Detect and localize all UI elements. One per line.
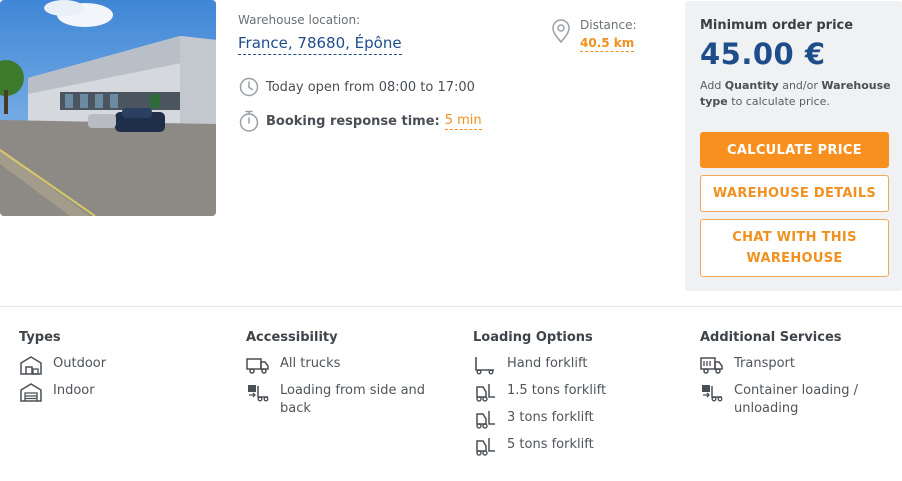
loading-item-label: 5 tons forklift bbox=[507, 437, 594, 452]
loading-item: Hand forklift bbox=[473, 355, 673, 375]
note-suffix: to calculate price. bbox=[727, 95, 830, 108]
loading-item-label: 3 tons forklift bbox=[507, 410, 594, 425]
booking-label: Booking response time: bbox=[266, 113, 440, 129]
chat-button[interactable]: CHAT WITH THIS WAREHOUSE bbox=[700, 219, 889, 277]
side-loading-icon bbox=[246, 382, 270, 402]
note-quantity: Quantity bbox=[724, 79, 779, 92]
clock-icon bbox=[238, 76, 260, 98]
loading-item: 3 tons forklift bbox=[473, 409, 673, 429]
booking-value[interactable]: 5 min bbox=[444, 113, 482, 130]
truck-icon bbox=[246, 355, 270, 375]
loading-item-label: 1.5 tons forklift bbox=[507, 383, 607, 398]
services-title: Additional Services bbox=[700, 330, 842, 345]
types-item-label: Indoor bbox=[53, 383, 95, 398]
loading-section: Loading Options Hand forklift 1.5 tons f… bbox=[473, 330, 673, 463]
price-value: 45.00 € bbox=[700, 37, 826, 71]
price-title: Minimum order price bbox=[700, 18, 854, 33]
types-item-indoor: Indoor bbox=[19, 382, 219, 402]
accessibility-item-side: Loading from side and back bbox=[246, 382, 446, 418]
indoor-warehouse-icon bbox=[19, 382, 43, 402]
accessibility-title: Accessibility bbox=[246, 330, 338, 345]
outdoor-shed-icon bbox=[19, 355, 43, 375]
location-block: Warehouse location: France, 78680, Épône bbox=[238, 13, 402, 55]
note-prefix: Add bbox=[700, 79, 725, 92]
distance-label: Distance: bbox=[580, 18, 637, 32]
transport-truck-icon bbox=[700, 355, 724, 375]
loading-title: Loading Options bbox=[473, 330, 593, 345]
services-item-label: Transport bbox=[734, 356, 796, 371]
types-item-label: Outdoor bbox=[53, 356, 107, 371]
forklift-icon bbox=[473, 382, 497, 402]
price-note: Add Quantity and/or Warehouse type to ca… bbox=[700, 78, 892, 110]
services-item-container: Container loading / unloading bbox=[700, 382, 890, 418]
loading-item: 1.5 tons forklift bbox=[473, 382, 673, 402]
services-section: Additional Services Transport Container … bbox=[700, 330, 890, 425]
loading-item: 5 tons forklift bbox=[473, 436, 673, 456]
accessibility-section: Accessibility All trucks Loading from si… bbox=[246, 330, 446, 425]
container-loading-icon bbox=[700, 382, 724, 402]
note-mid: and/or bbox=[778, 79, 822, 92]
accessibility-item-trucks: All trucks bbox=[246, 355, 446, 375]
location-link[interactable]: France, 78680, Épône bbox=[238, 34, 402, 55]
hours-text: Today open from 08:00 to 17:00 bbox=[266, 79, 475, 95]
accessibility-item-label: Loading from side and back bbox=[280, 383, 426, 416]
location-pin-icon bbox=[550, 18, 572, 44]
types-title: Types bbox=[19, 330, 61, 345]
booking-response: Booking response time: 5 min bbox=[238, 110, 482, 132]
calculate-price-button[interactable]: CALCULATE PRICE bbox=[700, 132, 889, 168]
forklift-icon bbox=[473, 436, 497, 456]
distance-block: Distance: 40.5 km bbox=[550, 18, 637, 52]
types-section: Types Outdoor Indoor bbox=[19, 330, 219, 409]
warehouse-details-button[interactable]: WAREHOUSE DETAILS bbox=[700, 175, 889, 212]
location-label: Warehouse location: bbox=[238, 13, 361, 27]
section-divider bbox=[0, 306, 902, 307]
warehouse-photo[interactable] bbox=[0, 0, 216, 216]
accessibility-item-label: All trucks bbox=[280, 356, 341, 371]
loading-item-label: Hand forklift bbox=[507, 356, 588, 371]
services-item-transport: Transport bbox=[700, 355, 890, 375]
forklift-icon bbox=[473, 409, 497, 429]
opening-hours: Today open from 08:00 to 17:00 bbox=[238, 76, 475, 98]
hand-forklift-icon bbox=[473, 355, 497, 375]
stopwatch-icon bbox=[238, 110, 260, 132]
price-panel: Minimum order price 45.00 € Add Quantity… bbox=[685, 1, 902, 291]
distance-value[interactable]: 40.5 km bbox=[580, 36, 635, 52]
types-item-outdoor: Outdoor bbox=[19, 355, 219, 375]
services-item-label: Container loading / unloading bbox=[734, 383, 859, 416]
